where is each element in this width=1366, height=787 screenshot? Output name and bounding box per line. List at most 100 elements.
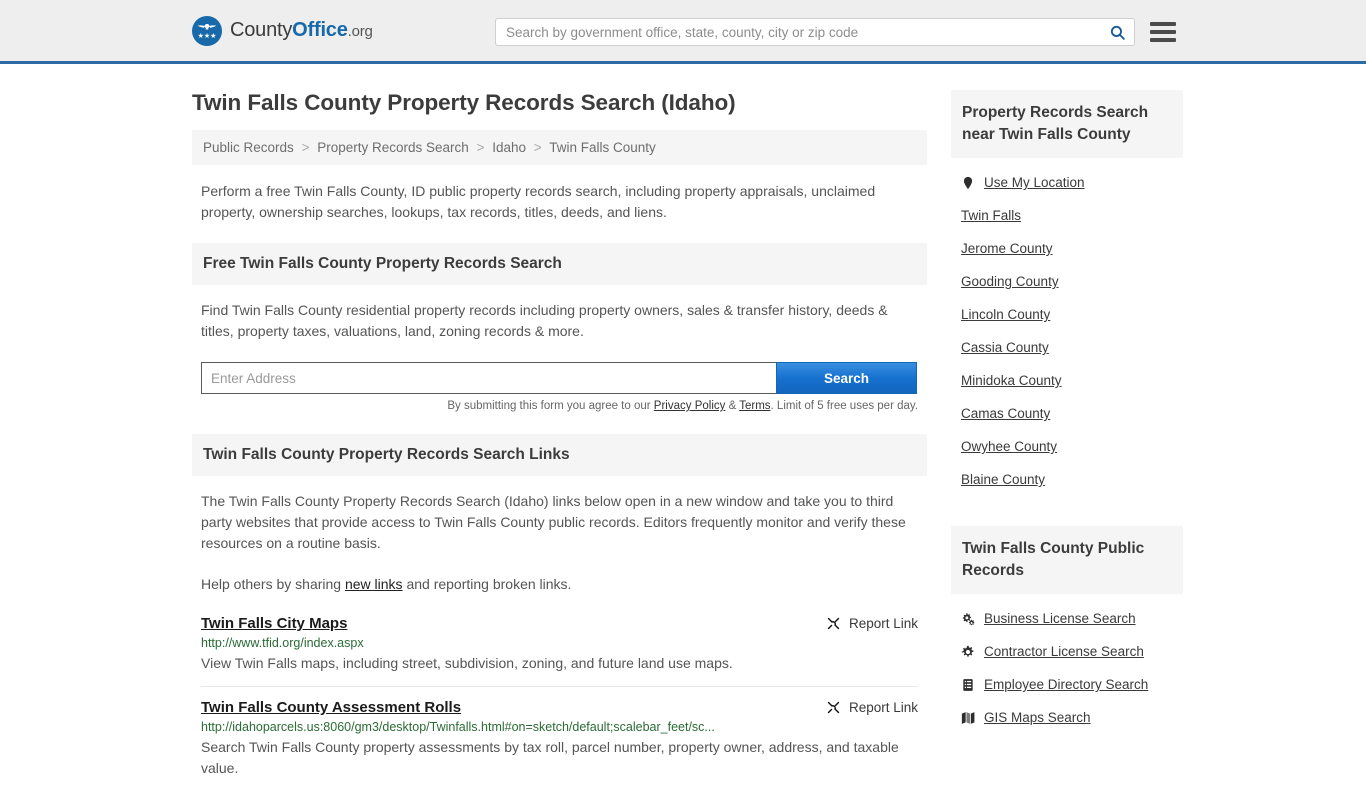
hamburger-bar (1150, 30, 1176, 34)
report-link-button[interactable]: Report Link (826, 615, 918, 631)
breadcrumb-item-public-records[interactable]: Public Records (203, 140, 294, 155)
broken-link-icon (827, 701, 840, 714)
sidebar-link-label[interactable]: GIS Maps Search (984, 710, 1091, 725)
sidebar-item-use-my-location[interactable]: Use My Location (961, 166, 1173, 199)
report-link-label: Report Link (848, 616, 918, 631)
links-section-paragraph: The Twin Falls County Property Records S… (201, 493, 906, 551)
breadcrumb-separator: > (476, 140, 485, 155)
links-help-text: Help others by sharing new links and rep… (192, 574, 927, 595)
nearby-panel-heading: Property Records Search near Twin Falls … (951, 90, 1183, 158)
map-pin-icon (963, 176, 973, 189)
sidebar-link-label[interactable]: Employee Directory Search (984, 677, 1148, 692)
sidebar-item-jerome-county[interactable]: Jerome County (961, 232, 1173, 265)
page-title: Twin Falls County Property Records Searc… (192, 90, 736, 115)
hamburger-bar (1150, 22, 1176, 26)
sidebar-item-minidoka-county[interactable]: Minidoka County (961, 364, 1173, 397)
stars-icon: ★★★ (197, 32, 217, 40)
sidebar-link-label[interactable]: Camas County (961, 406, 1050, 421)
sidebar-link-label[interactable]: Minidoka County (961, 373, 1062, 388)
link-result-title[interactable]: Twin Falls City Maps (201, 615, 347, 632)
breadcrumb: Public Records > Property Records Search… (192, 130, 927, 165)
free-search-heading: Free Twin Falls County Property Records … (192, 243, 927, 285)
broken-link-icon (827, 617, 840, 630)
sidebar-link-label[interactable]: Use My Location (984, 175, 1085, 190)
sidebar-link-label[interactable]: Jerome County (961, 241, 1053, 256)
sidebar-link-label[interactable]: Contractor License Search (984, 644, 1144, 659)
form-disclaimer: By submitting this form you agree to our… (192, 400, 927, 412)
site-header: ★★★ CountyOffice.org (0, 0, 1366, 64)
brand-wordmark: CountyOffice.org (230, 19, 373, 42)
link-result-url: http://www.tfid.org/index.aspx (201, 636, 364, 650)
breadcrumb-item-idaho[interactable]: Idaho (492, 140, 526, 155)
public-records-panel: Twin Falls County Public Records Busines… (951, 526, 1183, 734)
sidebar-link-label[interactable]: Lincoln County (961, 307, 1050, 322)
link-result-description: View Twin Falls maps, including street, … (201, 655, 733, 671)
sidebar-link-label[interactable]: Owyhee County (961, 439, 1057, 454)
brand-part-office: Office (292, 19, 348, 41)
sidebar-item-gooding-county[interactable]: Gooding County (961, 265, 1173, 298)
sidebar-link-label[interactable]: Blaine County (961, 472, 1045, 487)
help-suffix: and reporting broken links. (402, 576, 572, 592)
nearby-search-panel: Property Records Search near Twin Falls … (951, 90, 1183, 496)
page-intro-text: Perform a free Twin Falls County, ID pub… (201, 183, 876, 220)
address-search-button[interactable]: Search (776, 362, 917, 394)
search-icon[interactable] (1109, 24, 1126, 41)
link-result-header: Twin Falls County Assessment Rolls Repor… (201, 699, 918, 716)
link-result-title[interactable]: Twin Falls County Assessment Rolls (201, 699, 461, 716)
sidebar-link-label[interactable]: Twin Falls (961, 208, 1021, 223)
page-body: Twin Falls County Property Records Searc… (0, 64, 1366, 787)
link-result-item: Twin Falls City Maps Report Link http://… (192, 615, 927, 674)
sidebar-item-twin-falls[interactable]: Twin Falls (961, 199, 1173, 232)
sidebar-item-blaine-county[interactable]: Blaine County (961, 463, 1173, 496)
address-search-form: Search (201, 362, 917, 394)
gear-icon (961, 645, 974, 657)
disclaimer-suffix: . Limit of 5 free uses per day. (770, 400, 918, 412)
map-icon (961, 711, 975, 724)
help-prefix: Help others by sharing (201, 576, 345, 592)
links-section-heading: Twin Falls County Property Records Searc… (192, 434, 927, 476)
public-records-panel-heading: Twin Falls County Public Records (951, 526, 1183, 594)
county-office-emblem-icon: ★★★ (192, 15, 222, 46)
link-result-url: http://idahoparcels.us:8060/gm3/desktop/… (201, 720, 715, 734)
disclaimer-amp: & (725, 400, 740, 412)
search-input[interactable] (504, 23, 1109, 41)
sidebar-item-contractor-license-search[interactable]: Contractor License Search (961, 635, 1173, 668)
public-records-panel-list: Business License Search Contractor Licen… (951, 594, 1183, 734)
sidebar: Property Records Search near Twin Falls … (951, 64, 1183, 787)
new-links-link[interactable]: new links (345, 576, 403, 592)
link-result-description: Search Twin Falls County property assess… (201, 739, 899, 776)
breadcrumb-item-twin-falls-county[interactable]: Twin Falls County (549, 140, 656, 155)
brand-part-org: .org (347, 23, 373, 40)
site-logo[interactable]: ★★★ CountyOffice.org (192, 15, 373, 46)
hamburger-menu-icon[interactable] (1150, 20, 1176, 44)
address-input[interactable] (201, 362, 776, 394)
result-divider (201, 686, 918, 687)
privacy-policy-link[interactable]: Privacy Policy (654, 400, 726, 412)
sidebar-item-lincoln-county[interactable]: Lincoln County (961, 298, 1173, 331)
report-link-button[interactable]: Report Link (826, 699, 918, 715)
sidebar-item-gis-maps-search[interactable]: GIS Maps Search (961, 701, 1173, 734)
sidebar-link-label[interactable]: Business License Search (984, 611, 1136, 626)
disclaimer-prefix: By submitting this form you agree to our (447, 400, 654, 412)
brand-part-county: County (230, 19, 293, 41)
link-result-item: Twin Falls County Assessment Rolls Repor… (192, 699, 927, 779)
sidebar-item-camas-county[interactable]: Camas County (961, 397, 1173, 430)
nearby-panel-list: Use My Location Twin Falls Jerome County… (951, 158, 1183, 496)
hamburger-bar (1150, 38, 1176, 42)
sidebar-link-label[interactable]: Gooding County (961, 274, 1059, 289)
cogs-icon (962, 612, 975, 625)
list-book-icon (963, 678, 973, 691)
global-search-bar[interactable] (495, 18, 1135, 46)
terms-link[interactable]: Terms (739, 400, 770, 412)
report-link-label: Report Link (848, 700, 918, 715)
sidebar-item-cassia-county[interactable]: Cassia County (961, 331, 1173, 364)
sidebar-item-owyhee-county[interactable]: Owyhee County (961, 430, 1173, 463)
breadcrumb-item-property-records-search[interactable]: Property Records Search (317, 140, 469, 155)
sidebar-link-label[interactable]: Cassia County (961, 340, 1049, 355)
breadcrumb-separator: > (301, 140, 310, 155)
main-column: Twin Falls County Property Records Searc… (192, 64, 927, 787)
sidebar-item-employee-directory-search[interactable]: Employee Directory Search (961, 668, 1173, 701)
sidebar-item-business-license-search[interactable]: Business License Search (961, 602, 1173, 635)
link-result-header: Twin Falls City Maps Report Link (201, 615, 918, 632)
breadcrumb-separator: > (533, 140, 542, 155)
